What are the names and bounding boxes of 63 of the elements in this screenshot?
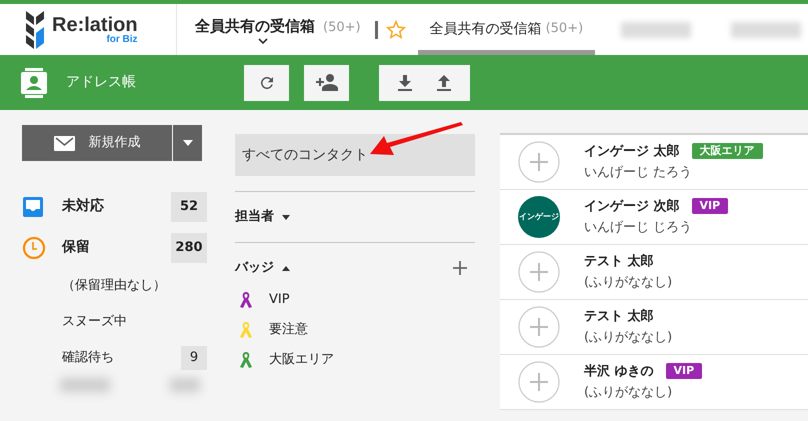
add-contact-button[interactable] xyxy=(304,64,349,100)
sidebar-subitem[interactable]: 確認待ち 9 xyxy=(22,340,207,376)
count-badge: 9 xyxy=(181,346,207,370)
contact-badge: VIP xyxy=(666,363,702,380)
contact-kana: (ふりがななし) xyxy=(584,384,674,402)
add-avatar-icon xyxy=(518,306,560,348)
compose-button[interactable]: 新規作成 xyxy=(22,125,172,161)
assignee-filter[interactable]: 担当者 xyxy=(235,192,475,242)
badge-filter-item[interactable]: 大阪エリア xyxy=(235,345,475,375)
contact-kana: (ふりがななし) xyxy=(584,274,672,292)
all-contacts-item[interactable]: すべてのコンタクト xyxy=(235,134,475,176)
plus-icon[interactable] xyxy=(453,261,467,275)
refresh-button[interactable] xyxy=(244,64,289,100)
count-badge: 280 xyxy=(171,232,207,262)
tab-count: (50+) xyxy=(323,19,361,38)
logo-subtitle: for Biz xyxy=(106,34,138,44)
upload-icon[interactable] xyxy=(436,74,452,92)
inbox-icon xyxy=(22,196,44,218)
contact-row[interactable]: 半沢 ゆきの VIP (ふりがななし) xyxy=(500,355,808,410)
logo-name: Re:lation xyxy=(52,14,138,34)
add-avatar-icon xyxy=(518,251,560,293)
caret-icon xyxy=(182,140,192,146)
avatar-logo: インゲージ xyxy=(518,196,560,238)
badge-filter-toggle[interactable]: バッジ xyxy=(235,258,453,278)
compose-menu-button[interactable] xyxy=(173,125,202,161)
contact-name: インゲージ 太郎 xyxy=(584,142,680,160)
sidebar-subitem[interactable]: スヌーズ中 xyxy=(22,304,207,340)
contact-row[interactable]: テスト 太郎 (ふりがななし) xyxy=(500,300,808,355)
contact-name: テスト 太郎 xyxy=(584,308,654,326)
blurred-item xyxy=(170,378,200,392)
contact-kana: (ふりがななし) xyxy=(584,329,672,347)
sidebar-item[interactable]: 保留 280 xyxy=(22,227,207,268)
contact-name: 半沢 ゆきの xyxy=(584,362,654,380)
sidebar-item[interactable]: 未対応 52 xyxy=(22,186,207,227)
contact-row[interactable]: インゲージ インゲージ 次郎 VIP いんげーじ じろう xyxy=(500,190,808,245)
contact-row[interactable]: インゲージ 太郎 大阪エリア いんげーじ たろう xyxy=(500,135,808,190)
contact-badge: 大阪エリア xyxy=(692,143,763,160)
envelope-icon xyxy=(54,136,74,150)
count-badge: 52 xyxy=(171,192,207,222)
logo-icon xyxy=(24,8,46,50)
caret-down-icon xyxy=(282,214,290,220)
contact-kana: いんげーじ じろう xyxy=(584,219,694,237)
contact-name: テスト 太郎 xyxy=(584,252,654,270)
sidebar-subitem[interactable]: （保留理由なし） xyxy=(22,268,207,304)
address-book-icon xyxy=(20,68,48,98)
add-avatar-icon xyxy=(518,141,560,183)
inbox-tab[interactable]: 全員共有の受信箱 (50+) xyxy=(195,4,367,55)
contact-kana: いんげーじ たろう xyxy=(584,164,694,182)
badge-filter-item[interactable]: VIP xyxy=(235,285,475,315)
contact-badge: VIP xyxy=(692,198,728,214)
blurred-item xyxy=(60,378,110,392)
badge-filter-item[interactable]: 要注意 xyxy=(235,315,475,345)
star-icon[interactable] xyxy=(386,20,406,40)
contact-name: インゲージ 次郎 xyxy=(584,198,680,216)
caret-up-icon xyxy=(282,266,290,270)
tab-label: 全員共有の受信箱 xyxy=(195,16,315,38)
add-person-icon xyxy=(314,74,338,92)
download-icon[interactable] xyxy=(396,74,413,92)
page-title: アドレス帳 xyxy=(66,73,136,92)
chevron-down-icon xyxy=(258,38,268,44)
add-avatar-icon xyxy=(518,361,560,403)
contact-row[interactable]: テスト 太郎 (ふりがななし) xyxy=(500,245,808,300)
clock-icon xyxy=(22,236,46,260)
